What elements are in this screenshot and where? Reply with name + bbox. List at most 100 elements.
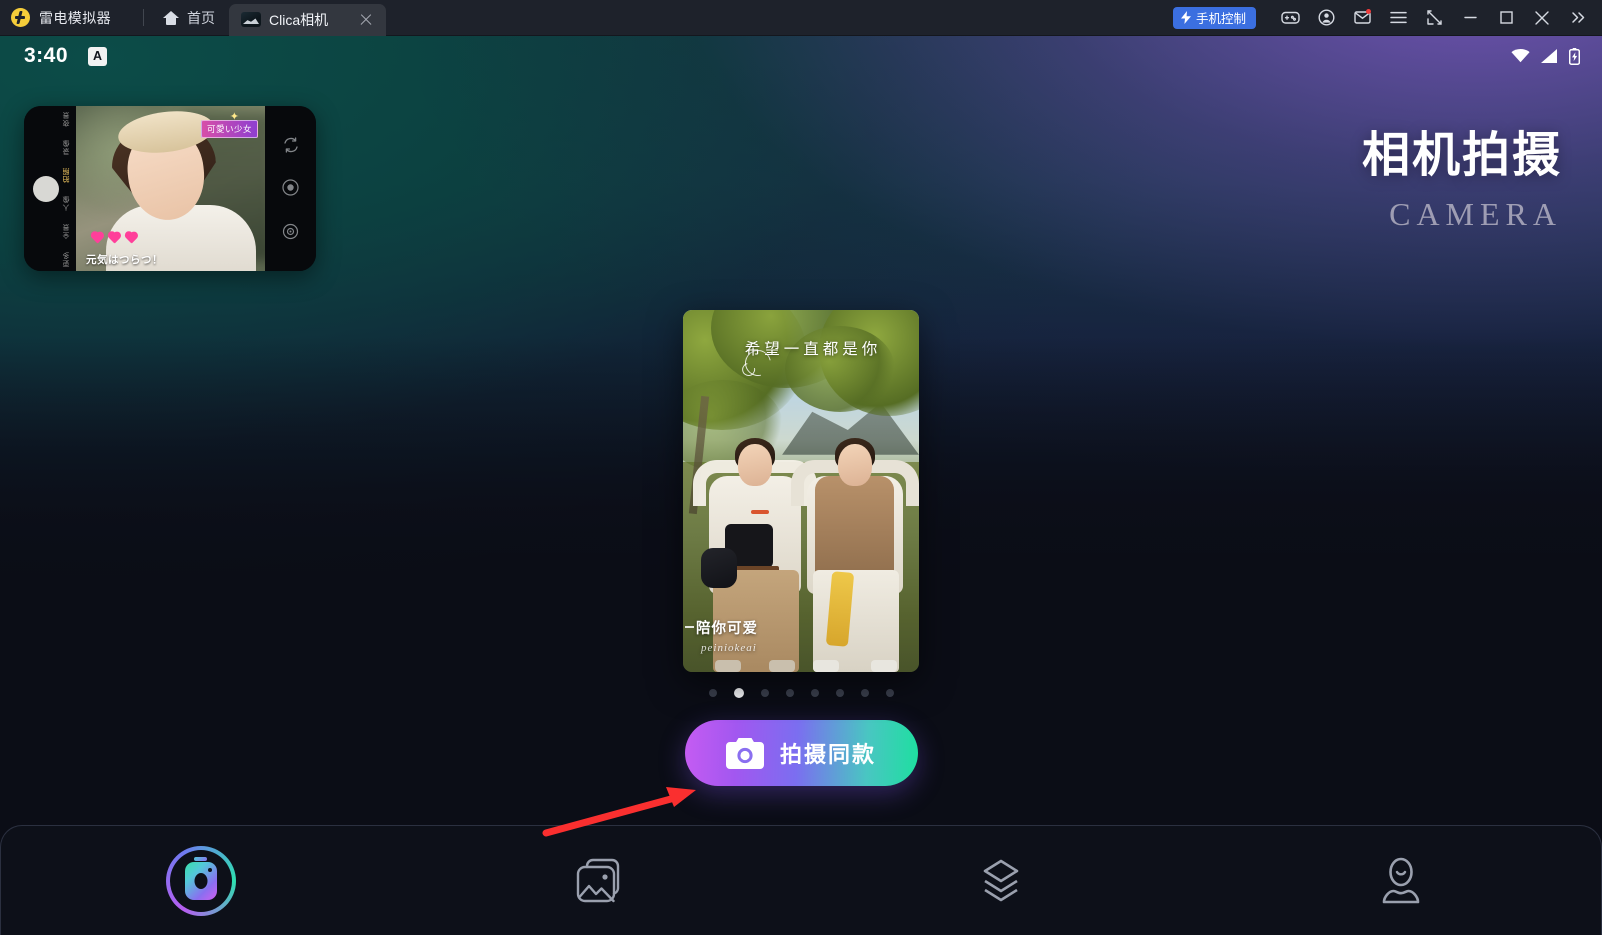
phone-preview-card[interactable]: 夜景 录像 拍照 人像 全景 更多 ✦ 可愛い少女 元気はつらつ！ [24, 106, 316, 271]
preview-mode-2[interactable]: 拍照 [62, 167, 72, 183]
heart-icon [124, 232, 138, 245]
camera-glyph [185, 856, 217, 900]
carousel-dot-7[interactable] [885, 689, 894, 697]
carousel-dot-5[interactable] [835, 689, 844, 697]
nav-templates[interactable] [801, 826, 1201, 935]
nav-camera[interactable] [1, 826, 401, 935]
card-brand-dash [685, 626, 694, 628]
person-shoe [715, 660, 741, 672]
expand-more-icon[interactable] [1560, 0, 1596, 36]
preview-sticker-tag: 可愛い少女 [200, 120, 258, 138]
signal-icon [1541, 49, 1557, 63]
template-carousel: 希望一直都是你 陪你可爱 peiniokeai 拍摄同款 [683, 310, 919, 786]
person-head [838, 444, 872, 486]
tab-home[interactable]: 首页 [161, 0, 229, 36]
carousel-dot-2[interactable] [760, 689, 769, 697]
ime-badge: A [88, 46, 108, 66]
person-pants [813, 570, 899, 672]
preview-right-controls [265, 106, 316, 271]
nav-gallery[interactable] [401, 826, 801, 935]
battery-charging-icon [1569, 47, 1580, 65]
gamepad-icon[interactable] [1272, 0, 1308, 36]
card-brand-sub: peiniokeai [701, 642, 757, 654]
heart-icon [90, 232, 104, 245]
carousel-dot-6[interactable] [860, 689, 869, 697]
preview-shutter-button[interactable] [33, 175, 59, 202]
person-head [738, 444, 772, 486]
layers-icon [983, 859, 1019, 901]
person-bag [701, 548, 737, 588]
preview-caption: 元気はつらつ！ [86, 254, 163, 266]
heart-icon [107, 232, 121, 245]
card-person-right [791, 420, 919, 672]
ldplayer-logo-icon [11, 8, 30, 27]
camera-nav-icon[interactable] [166, 845, 236, 916]
preview-mode-list: 夜景 录像 拍照 人像 全景 更多 [60, 106, 74, 271]
bottom-navigation [0, 825, 1602, 935]
preview-mode-1[interactable]: 录像 [62, 139, 72, 155]
titlebar-actions: 手机控制 [1172, 0, 1602, 36]
shoot-same-style-button[interactable]: 拍摄同款 [684, 720, 918, 786]
preview-mode-3[interactable]: 人像 [62, 195, 72, 211]
home-icon [163, 10, 179, 25]
person-shoe [813, 660, 839, 672]
hero-title-en: CAMERA [1389, 196, 1562, 232]
resize-icon[interactable] [1416, 0, 1452, 36]
card-brand-text: 陪你可爱 [696, 621, 758, 637]
minimize-icon[interactable] [1452, 0, 1488, 36]
carousel-dot-0[interactable] [708, 689, 717, 697]
person-shoe [871, 660, 897, 672]
hero-title-cn: 相机拍摄 [1361, 129, 1562, 182]
person-icon [1382, 857, 1420, 903]
account-icon[interactable] [1308, 0, 1344, 36]
tab-home-label: 首页 [187, 9, 215, 26]
preview-photo: ✦ 可愛い少女 元気はつらつ！ [76, 106, 265, 271]
emulator-titlebar: 雷电模拟器 首页 Clica相机 手机控制 [0, 0, 1602, 36]
close-window-icon[interactable] [1524, 0, 1560, 36]
status-clock: 3:40 [24, 44, 69, 67]
camera-nav-inner [170, 849, 232, 912]
nav-profile[interactable] [1201, 826, 1601, 935]
carousel-dot-1[interactable] [733, 688, 744, 698]
maximize-icon[interactable] [1488, 0, 1524, 36]
android-statusbar: 3:40 A [0, 36, 1602, 76]
mail-icon[interactable] [1344, 0, 1380, 36]
tab-clica-camera-label: Clica相机 [269, 11, 329, 28]
mail-badge [1366, 8, 1371, 14]
phone-control-label: 手机控制 [1195, 12, 1246, 26]
camera-flash-dot [208, 867, 212, 872]
close-icon[interactable] [358, 12, 374, 28]
settings-icon[interactable] [282, 223, 299, 240]
preview-camera-controls: 夜景 录像 拍照 人像 全景 更多 [24, 106, 76, 271]
brand: 雷电模拟器 [0, 0, 111, 36]
app-root: 雷电模拟器 首页 Clica相机 手机控制 3:40 A 夜景 录像 拍照 人像… [0, 0, 1602, 935]
card-brand: 陪你可爱 [685, 617, 758, 638]
carousel-dot-3[interactable] [785, 689, 794, 697]
preview-mode-4[interactable]: 全景 [62, 223, 72, 239]
camera-icon [725, 737, 764, 769]
camera-lens [194, 873, 208, 890]
tab-clica-camera[interactable]: Clica相机 [229, 3, 387, 36]
preview-mode-0[interactable]: 夜景 [62, 111, 72, 127]
hero-title-block: 相机拍摄 CAMERA [1362, 132, 1562, 233]
gallery-icon [576, 858, 620, 902]
app-thumbnail-icon [241, 12, 261, 27]
flip-camera-icon[interactable] [283, 137, 299, 153]
card-overlay-title: 希望一直都是你 [744, 341, 882, 358]
template-photo-card[interactable]: 希望一直都是你 陪你可爱 peiniokeai [683, 310, 919, 672]
person-scarf [751, 510, 769, 514]
preview-hearts [90, 232, 138, 245]
person-shoe [769, 660, 795, 672]
brand-label: 雷电模拟器 [39, 9, 111, 26]
carousel-dots [708, 688, 894, 698]
android-screen: 3:40 A 夜景 录像 拍照 人像 全景 更多 ✦ 可愛い少女 元気はつらつ！… [0, 36, 1602, 935]
preview-mode-5[interactable]: 更多 [62, 251, 72, 267]
titlebar-divider [143, 9, 144, 26]
status-indicators [1511, 47, 1580, 65]
carousel-dot-4[interactable] [810, 689, 819, 697]
capture-icon[interactable] [282, 179, 299, 197]
phone-control-button[interactable]: 手机控制 [1172, 6, 1256, 29]
bolt-icon [1180, 11, 1191, 24]
menu-icon[interactable] [1380, 0, 1416, 36]
shoot-same-style-label: 拍摄同款 [779, 742, 876, 767]
